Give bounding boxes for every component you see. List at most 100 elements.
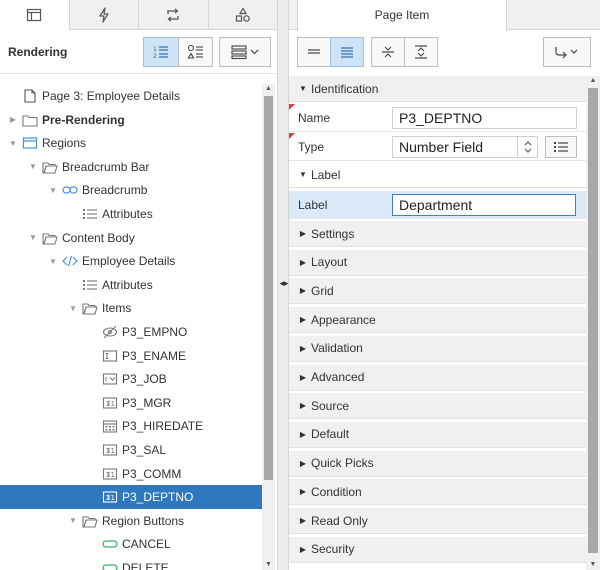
tree-node[interactable]: ▼ Employee Details (0, 249, 262, 273)
tree-node[interactable]: P3_EMPNO (0, 320, 262, 344)
shared-components-icon (235, 6, 250, 22)
tree-node[interactable]: ▼ Region Buttons (0, 509, 262, 533)
breadcrumb-icon (62, 183, 78, 197)
collapse-arrow-icon[interactable]: ▼ (28, 162, 38, 172)
collapse-all-button[interactable] (371, 37, 405, 67)
collapse-arrow-icon[interactable]: ▼ (68, 516, 78, 526)
tab-processing[interactable] (138, 0, 208, 29)
svg-text:1: 1 (111, 494, 115, 502)
section-title: Security (311, 542, 355, 557)
section-validation[interactable]: ▶ Validation (289, 335, 586, 362)
tree-node-label: Region Buttons (102, 513, 185, 528)
scroll-thumb[interactable] (588, 88, 598, 553)
tab-page-item[interactable]: Page Item (297, 0, 507, 31)
tree-node[interactable]: 1 1 P3_DEPTNO (0, 485, 262, 510)
scroll-down-arrow-icon[interactable]: ▼ (588, 560, 598, 570)
tree-node[interactable]: 1 1 P3_COMM (0, 462, 262, 486)
tree-node-label: Breadcrumb (82, 183, 148, 198)
rendering-toolbar: Rendering 12 (0, 30, 277, 74)
rendering-tree[interactable]: Page 3: Employee Details ▶ Pre-Rendering ▼ R… (0, 84, 262, 570)
collapse-arrow-icon[interactable]: ▼ (48, 256, 58, 266)
section-advanced[interactable]: ▶ Advanced (289, 364, 586, 391)
property-scrollbar[interactable]: ▲ ▼ (586, 76, 600, 570)
collapse-arrow-icon[interactable]: ▼ (48, 185, 58, 195)
go-to-group (543, 37, 591, 67)
section-default[interactable]: ▶ Default (289, 421, 586, 448)
caret-right-icon: ▶ (299, 458, 307, 468)
svg-text:2: 2 (153, 53, 157, 60)
tree-node[interactable]: P3_ENAME (0, 344, 262, 368)
label-field[interactable]: Department (392, 194, 576, 216)
tree-node[interactable]: ▼ Items (0, 296, 262, 320)
scroll-down-arrow-icon[interactable]: ▼ (264, 560, 273, 570)
tab-dynamic-actions[interactable] (68, 0, 139, 29)
scroll-thumb[interactable] (264, 96, 273, 480)
expand-all-button[interactable] (404, 37, 438, 67)
tree-node[interactable]: P3_HIREDATE (0, 414, 262, 438)
hidden-item-icon (102, 325, 118, 339)
tree-node[interactable]: CANCEL (0, 532, 262, 556)
tree-node[interactable]: P3_JOB (0, 367, 262, 391)
tree-node-label: Attributes (102, 207, 153, 221)
caret-down-icon: ▼ (299, 84, 307, 93)
section-read-only[interactable]: ▶ Read Only (289, 508, 586, 534)
tree-node[interactable]: ▼ Regions (0, 131, 262, 155)
tree-node[interactable]: Page 3: Employee Details (0, 84, 262, 108)
section-security[interactable]: ▶ Security (289, 536, 586, 563)
show-all-button[interactable] (330, 37, 364, 67)
collapse-arrow-icon[interactable]: ▼ (8, 138, 18, 148)
section-title: Source (311, 398, 350, 413)
tree-node[interactable]: 1 1 P3_SAL (0, 438, 262, 462)
section-source[interactable]: ▶ Source (289, 393, 586, 420)
tree-scrollbar[interactable]: ▲ ▼ (262, 84, 275, 570)
collapse-arrow-icon[interactable]: ▼ (28, 233, 38, 243)
section-layout[interactable]: ▶ Layout (289, 249, 586, 276)
section-appearance[interactable]: ▶ Appearance (289, 307, 586, 334)
tree-node-label: Attributes (102, 277, 153, 292)
folder-open-icon (82, 301, 98, 315)
tree-node[interactable]: 1 1 P3_MGR (0, 391, 262, 415)
section-settings[interactable]: ▶ Settings (289, 221, 586, 247)
name-field[interactable]: P3_DEPTNO (392, 107, 577, 129)
scroll-up-arrow-icon[interactable]: ▲ (588, 76, 598, 86)
scroll-up-arrow-icon[interactable]: ▲ (264, 84, 273, 94)
tab-rendering[interactable] (0, 0, 69, 31)
all-lines-icon (341, 47, 353, 58)
tab-shared-components[interactable] (207, 0, 278, 29)
pane-splitter[interactable]: ◂▸ (277, 0, 289, 570)
tree-node[interactable]: ▼ Content Body (0, 226, 262, 250)
section-identification[interactable]: ▼ Identification (289, 76, 586, 102)
tree-node[interactable]: DELETE (0, 556, 262, 570)
caret-right-icon: ▶ (299, 516, 307, 525)
tree-node[interactable]: ▼ Breadcrumb (0, 178, 262, 202)
tree-node[interactable]: Attributes (0, 273, 262, 297)
go-to-arrow-icon (555, 47, 578, 59)
tree-node-label: Pre-Rendering (42, 112, 125, 127)
resize-arrows-icon[interactable]: ◂▸ (279, 278, 289, 288)
section-quick-picks[interactable]: ▶ Quick Picks (289, 450, 586, 477)
type-value: Number Field (399, 139, 484, 155)
tree-node-label: Content Body (62, 230, 135, 245)
type-select[interactable]: Number Field (392, 136, 538, 158)
section-condition[interactable]: ▶ Condition (289, 479, 586, 506)
section-label[interactable]: ▼ Label (289, 162, 586, 188)
list-menu-icon (231, 44, 259, 59)
select-arrows-icon (517, 137, 537, 157)
left-tab-bar (0, 0, 278, 31)
tree-node[interactable]: ▶ Pre-Rendering (0, 108, 262, 132)
group-by-type-button[interactable] (178, 36, 213, 67)
show-common-button[interactable] (297, 37, 331, 67)
tree-menu-button[interactable] (219, 36, 271, 67)
go-to-group-button[interactable] (543, 37, 591, 67)
tree-node[interactable]: Attributes (0, 202, 262, 226)
expand-arrow-icon[interactable]: ▶ (8, 115, 18, 125)
group-by-component-button[interactable]: 12 (143, 36, 179, 67)
section-grid[interactable]: ▶ Grid (289, 278, 586, 305)
caret-down-icon: ▼ (299, 170, 307, 179)
tree-node[interactable]: ▼ Breadcrumb Bar (0, 155, 262, 179)
caret-right-icon: ▶ (299, 229, 307, 238)
collapse-arrow-icon[interactable]: ▼ (68, 303, 78, 313)
type-list-button[interactable] (545, 136, 577, 158)
